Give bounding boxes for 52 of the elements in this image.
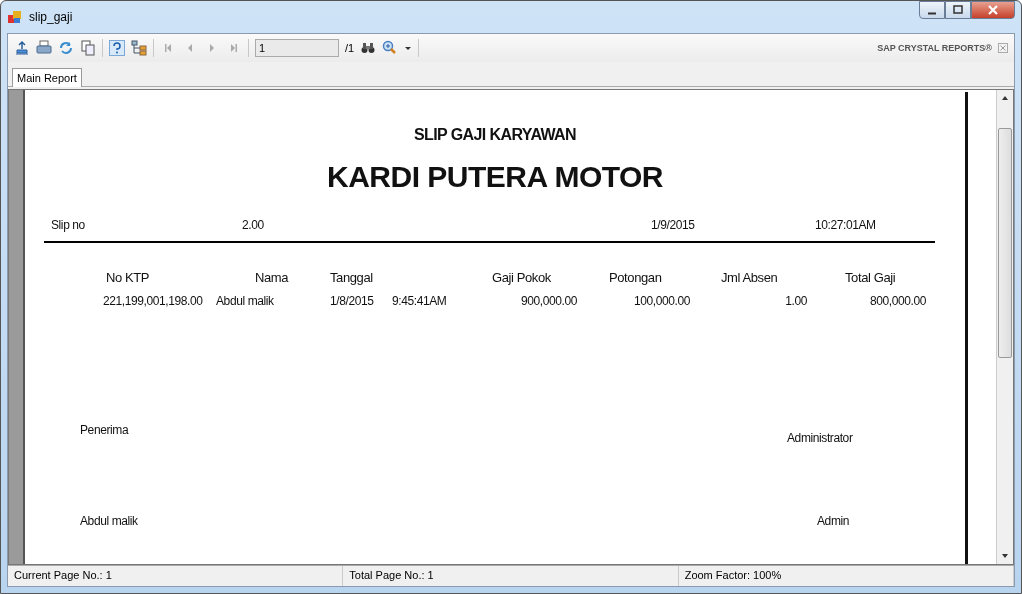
binoculars-icon[interactable] xyxy=(360,40,377,56)
signature-name: Admin xyxy=(817,514,849,528)
vertical-scrollbar[interactable] xyxy=(996,90,1013,564)
table-cell: 1/8/2015 xyxy=(330,294,374,308)
help-icon[interactable] xyxy=(109,40,125,56)
scroll-up-icon[interactable] xyxy=(1001,94,1009,102)
table-cell: 100,000.00 xyxy=(633,294,690,308)
dropdown-caret-icon[interactable] xyxy=(404,45,413,51)
report-tab[interactable]: Main Report xyxy=(12,68,82,87)
column-header: Tanggal xyxy=(330,270,373,285)
column-header: Gaji Pokok xyxy=(492,270,551,285)
export-icon[interactable] xyxy=(14,40,30,56)
column-header: Jml Absen xyxy=(721,270,778,285)
status-text: Current Page No.: 1 xyxy=(8,566,344,586)
table-cell: 221,199,001,198.00 xyxy=(103,294,203,308)
app-icon[interactable] xyxy=(7,9,23,25)
table-cell: 1.00 xyxy=(785,294,807,308)
minimize-icon xyxy=(927,11,937,15)
column-header: Total Gaji xyxy=(845,270,896,285)
group-tree-icon[interactable] xyxy=(131,40,147,56)
table-cell: 800,000.00 xyxy=(869,294,926,308)
close-icon xyxy=(987,4,999,16)
page-number-field[interactable]: 1 xyxy=(255,39,339,57)
table-cell: 9:45:41AM xyxy=(392,294,447,308)
brand-label: SAP CRYSTAL REPORTS® xyxy=(877,43,992,53)
report-subtitle: SLIP GAJI KARYAWAN xyxy=(413,126,577,144)
table-cell: 900,000.00 xyxy=(520,294,577,308)
close-button[interactable] xyxy=(971,1,1015,19)
maximize-button[interactable] xyxy=(945,1,971,19)
maximize-icon xyxy=(952,4,964,16)
signature-name: Abdul malik xyxy=(80,514,138,528)
slip-time: 10:27:01AM xyxy=(815,218,876,232)
print-icon[interactable] xyxy=(36,40,52,56)
slip-number: 2.00 xyxy=(242,218,264,232)
minimize-button[interactable] xyxy=(919,1,945,19)
table-cell: Abdul malik xyxy=(216,294,274,308)
signature-label: Penerima xyxy=(80,423,129,437)
status-text: Total Page No.: 1 xyxy=(343,566,679,586)
company-title: KARDI PUTERA MOTOR xyxy=(326,160,664,194)
status-text: Zoom Factor: 100% xyxy=(678,566,1014,586)
close-icon[interactable] xyxy=(998,43,1008,53)
copy-icon[interactable] xyxy=(80,40,96,56)
column-header: No KTP xyxy=(106,270,150,285)
scroll-down-icon[interactable] xyxy=(1001,552,1009,560)
refresh-icon[interactable] xyxy=(58,40,74,56)
column-header: Potongan xyxy=(609,270,662,285)
page-count: /1 xyxy=(345,42,355,54)
slip-label: Slip no xyxy=(51,218,85,232)
slip-date: 1/9/2015 xyxy=(651,218,695,232)
window-title: slip_gaji xyxy=(29,10,73,24)
column-header: Nama xyxy=(255,270,289,285)
signature-label: Administrator xyxy=(787,431,853,445)
